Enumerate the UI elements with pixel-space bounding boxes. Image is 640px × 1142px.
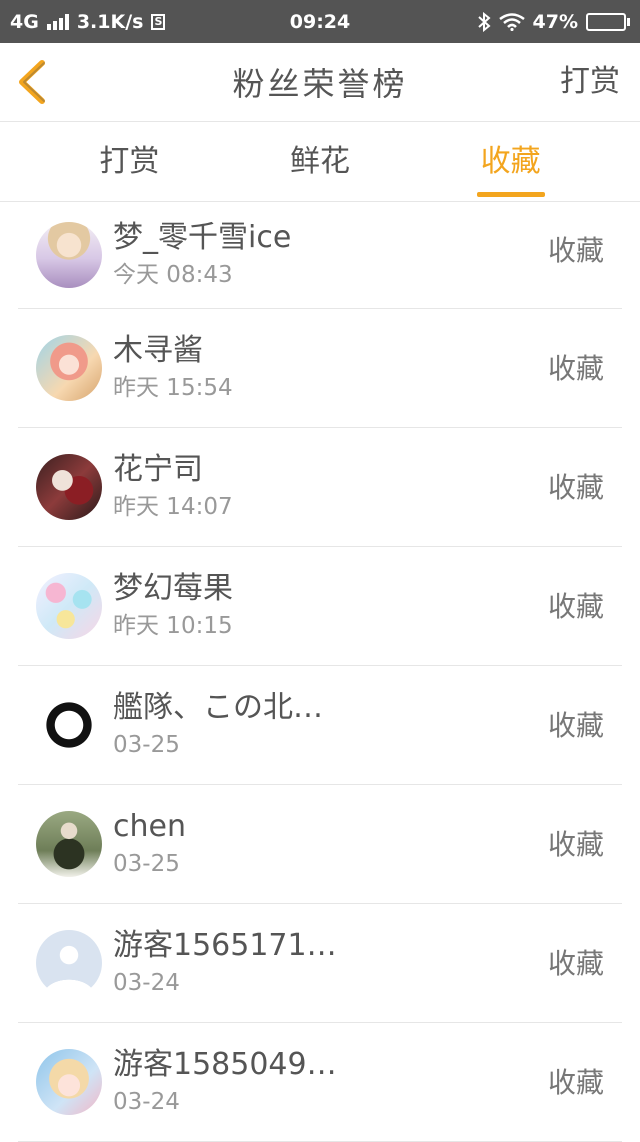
page-title: 粉丝荣誉榜 (232, 65, 408, 103)
timestamp: 今天 08:43 (113, 262, 233, 288)
tab-reward[interactable]: 打赏 (34, 122, 225, 201)
tab-flowers[interactable]: 鲜花 (225, 122, 416, 201)
timestamp: 03-25 (113, 851, 180, 877)
user-info: 花宁司昨天 14:07 (113, 451, 622, 523)
avatar[interactable] (36, 222, 102, 288)
user-name: 艦隊、この北… (113, 690, 323, 725)
timestamp: 昨天 15:54 (113, 375, 233, 401)
user-info: 艦隊、この北… 03-25 (113, 689, 622, 761)
avatar[interactable] (36, 1049, 102, 1115)
battery-percent: 47% (532, 10, 578, 33)
action-type-label: 收藏 (547, 947, 604, 980)
avatar[interactable] (36, 335, 102, 401)
action-type-label: 收藏 (547, 471, 604, 504)
user-name: 游客15850494… (113, 1047, 353, 1082)
user-name: 花宁司 (113, 452, 203, 487)
timestamp: 03-25 (113, 732, 180, 758)
status-right: 47% (477, 11, 630, 33)
user-name: 梦_零千雪ice (113, 220, 292, 255)
network-type: 4G (10, 10, 39, 33)
user-info: 木寻酱昨天 15:54 (113, 332, 622, 404)
user-name: 游客15651717… (113, 928, 353, 963)
user-name: 木寻酱 (113, 333, 203, 368)
bluetooth-icon (477, 11, 491, 32)
tab-bar: 打赏 鲜花 收藏 (0, 122, 640, 202)
timestamp: 昨天 14:07 (113, 494, 233, 520)
action-type-label: 收藏 (547, 590, 604, 623)
list-item[interactable]: 游客15850494… 03-24 收藏 (18, 1023, 622, 1142)
wifi-icon (498, 12, 525, 31)
list-item[interactable]: 艦隊、この北… 03-25 收藏 (18, 666, 622, 785)
back-icon[interactable] (12, 59, 52, 105)
list-item[interactable]: 花宁司 昨天 14:07 收藏 (18, 428, 622, 547)
status-bar: 4G 3.1K/s S 09:24 47% (0, 0, 640, 43)
tab-favorites[interactable]: 收藏 (415, 122, 606, 201)
user-info: chen 03-25 (113, 808, 622, 880)
user-info: 游客15651717… 03-24 (113, 927, 622, 999)
avatar[interactable] (36, 811, 102, 877)
avatar[interactable] (36, 573, 102, 639)
clock: 09:24 (289, 10, 351, 33)
list-item[interactable]: 梦_零千雪ice 今天 08:43 收藏 (18, 202, 622, 309)
action-type-label: 收藏 (547, 234, 604, 267)
battery-icon (586, 12, 630, 31)
fan-list: 梦_零千雪ice 今天 08:43 收藏 木寻酱 昨天 15:54 收藏 花宁司 昨天 14:… (0, 202, 640, 1142)
timestamp: 03-24 (113, 970, 180, 996)
action-type-label: 收藏 (547, 352, 604, 385)
action-type-label: 收藏 (547, 709, 604, 742)
signal-icon (46, 13, 69, 30)
action-type-label: 收藏 (547, 1066, 604, 1099)
user-name: chen (113, 809, 186, 844)
list-item[interactable]: 梦幻莓果 昨天 10:15 收藏 (18, 547, 622, 666)
header: 粉丝荣誉榜 打赏 (0, 43, 640, 122)
user-name: 梦幻莓果 (113, 571, 233, 606)
reward-button[interactable]: 打赏 (560, 43, 620, 121)
user-info: 游客15850494… 03-24 (113, 1046, 622, 1118)
list-item[interactable]: 游客15651717… 03-24 收藏 (18, 904, 622, 1023)
avatar[interactable] (36, 454, 102, 520)
network-speed: 3.1K/s (76, 10, 144, 33)
action-type-label: 收藏 (547, 828, 604, 861)
avatar[interactable] (36, 930, 102, 996)
avatar[interactable] (36, 692, 102, 758)
s-icon: S (151, 13, 166, 30)
list-item[interactable]: chen 03-25 收藏 (18, 785, 622, 904)
user-info: 梦_零千雪ice 今天 08:43 (113, 219, 622, 291)
list-item[interactable]: 木寻酱 昨天 15:54 收藏 (18, 309, 622, 428)
timestamp: 昨天 10:15 (113, 613, 233, 639)
timestamp: 03-24 (113, 1089, 180, 1115)
status-left: 4G 3.1K/s S (10, 10, 166, 33)
user-info: 梦幻莓果昨天 10:15 (113, 570, 622, 642)
